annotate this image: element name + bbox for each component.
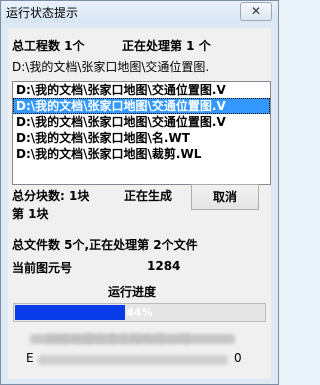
footer-company-text: 测绘地理信息工程有限公司 xyxy=(46,332,191,346)
footer-left-text: E xyxy=(26,351,34,365)
close-icon: ✕ xyxy=(250,4,262,18)
progress-percent: 44% xyxy=(126,306,153,319)
progress-title: 运行进度 xyxy=(108,285,157,299)
total-projects-label: 总工程数 1个 xyxy=(12,39,85,53)
cancel-button[interactable]: 取消 xyxy=(191,184,259,210)
list-item[interactable]: D:\我的文档\张家口地图\交通位置图.V xyxy=(13,82,270,98)
title-bar: 运行状态提示 ✕ xyxy=(1,1,278,23)
file-listbox[interactable]: D:\我的文档\张家口地图\交通位置图.V D:\我的文档\张家口地图\交通位置… xyxy=(12,81,271,185)
current-path-text: D:\我的文档\张家口地图\交通位置图. xyxy=(12,60,210,74)
block-number-label: 第 1块 xyxy=(12,207,49,221)
list-item[interactable]: D:\我的文档\张家口地图\交通位置图.V xyxy=(13,98,270,114)
status-dialog: 运行状态提示 ✕ 总工程数 1个 正在处理第 1 个 D:\我的文档\张家口地图… xyxy=(0,0,279,385)
list-item[interactable]: D:\我的文档\张家口地图\裁剪.WL xyxy=(13,146,270,162)
generating-label: 正在生成 xyxy=(124,189,173,203)
close-button[interactable]: ✕ xyxy=(240,2,272,21)
dialog-body: 总工程数 1个 正在处理第 1 个 D:\我的文档\张家口地图\交通位置图. D… xyxy=(8,28,271,379)
total-blocks-label: 总分块数: 1块 xyxy=(12,189,90,203)
progress-bar: 44% xyxy=(13,303,266,322)
list-item[interactable]: D:\我的文档\张家口地图\名.WT xyxy=(13,130,270,146)
current-element-value: 1284 xyxy=(147,259,181,273)
processing-project-label: 正在处理第 1 个 xyxy=(122,39,211,53)
footer-right-text: 0 xyxy=(234,351,242,365)
current-element-label: 当前图元号 xyxy=(12,261,73,275)
total-files-label: 总文件数 5个,正在处理第 2个文件 xyxy=(12,238,198,252)
list-item[interactable]: D:\我的文档\张家口地图\交通位置图.V xyxy=(13,114,270,130)
footer-blurred-line-2 xyxy=(38,355,228,365)
window-title: 运行状态提示 xyxy=(6,6,79,20)
